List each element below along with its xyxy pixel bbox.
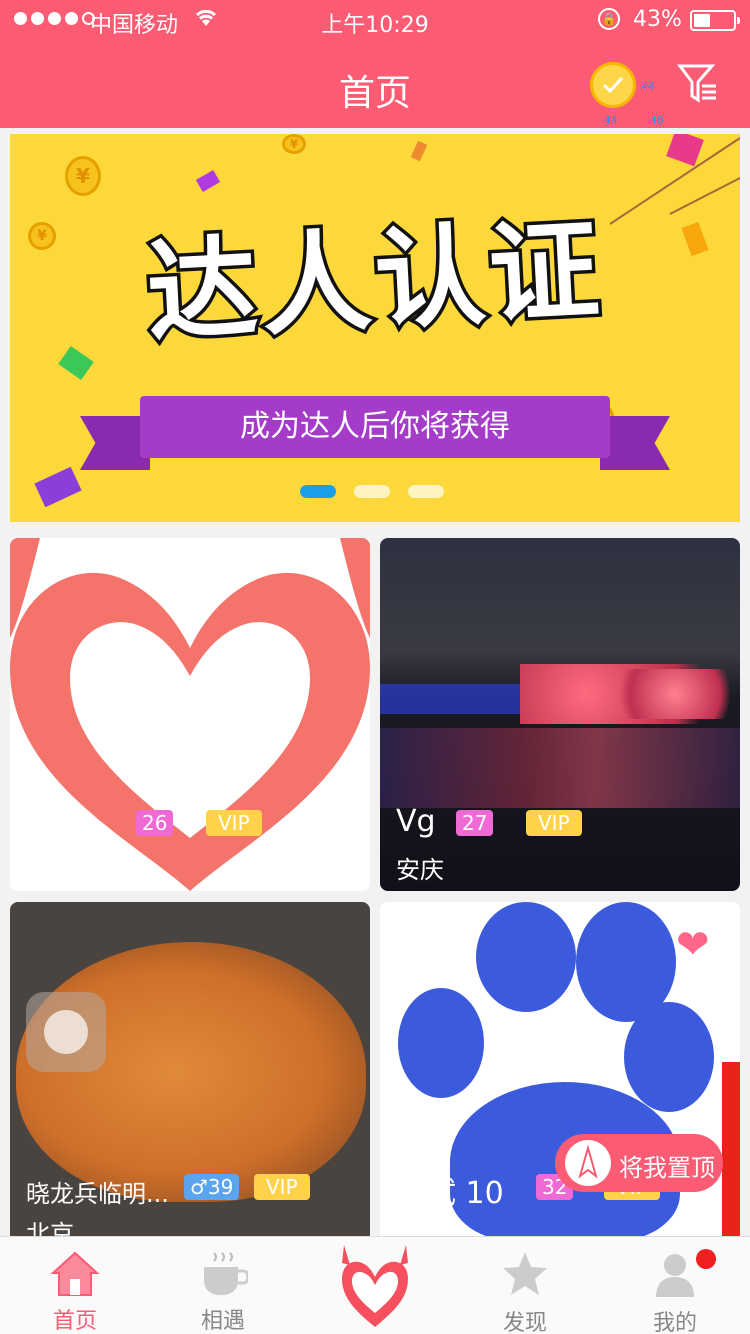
vip-badge: VIP (206, 810, 262, 836)
page-dot[interactable] (300, 485, 336, 498)
pin-to-top-button[interactable]: 将我置顶 (555, 1134, 723, 1192)
tab-discover[interactable]: 发现 (450, 1237, 600, 1334)
vip-badge: VIP (526, 810, 582, 836)
page-title: 首页 (338, 73, 411, 114)
user-card[interactable]: Vg 27 VIP 安庆 (380, 538, 740, 891)
filter-icon[interactable] (676, 62, 720, 106)
user-name: 70 (26, 804, 65, 839)
certified-badge-icon[interactable] (590, 62, 636, 108)
food-photo (16, 942, 366, 1202)
tab-meet[interactable]: 相遇 (148, 1237, 298, 1334)
person-icon (650, 1249, 700, 1299)
paper-plane-icon (565, 1140, 611, 1186)
age-badge: ♂39 (184, 1174, 240, 1200)
dimension-label: 40 (650, 114, 664, 127)
rotation-lock-icon: 🔒 (598, 8, 620, 30)
tab-label: 发现 (502, 1311, 547, 1334)
message-count-badge: 27 (456, 810, 494, 836)
message-count-badge: 26 (136, 810, 174, 836)
photo-water (380, 728, 740, 808)
top-bar: 中国移动 上午10:29 🔒 43% 首页 44 44 40 (0, 0, 750, 128)
pin-to-top-label: 将我置顶 (619, 1154, 715, 1182)
tab-label: 我的 (652, 1311, 697, 1334)
confetti (195, 169, 221, 193)
tab-center[interactable] (300, 1237, 450, 1334)
star-icon (500, 1249, 550, 1299)
status-bar: 中国移动 上午10:29 🔒 43% (0, 0, 750, 40)
promo-banner[interactable]: ¥ ¥ ¥ ¥ 达人认证 成为达人后你将获得 (10, 134, 740, 522)
dimension-label: 44 (641, 80, 655, 93)
devil-heart-icon (342, 1245, 408, 1327)
user-name: Vg (396, 804, 436, 839)
user-name: 晓龙兵临明... (26, 1180, 169, 1208)
home-icon (50, 1249, 100, 1299)
tab-label: 相遇 (200, 1309, 245, 1334)
like-icon[interactable]: ❤ (676, 922, 710, 968)
tab-home[interactable]: 首页 (0, 1237, 150, 1334)
dimension-label: 44 (604, 114, 618, 127)
battery-percent: 43% (633, 7, 682, 32)
user-card[interactable]: 晓龙兵临明... ♂39 VIP 北京 (10, 902, 370, 1242)
tab-mine[interactable]: 我的 (600, 1237, 750, 1334)
paw-logo (398, 988, 484, 1098)
banner-headline: 达人认证 (140, 202, 609, 361)
user-card[interactable]: 70 26 VIP (10, 538, 370, 891)
tab-label: 首页 (52, 1309, 97, 1334)
logo-edge (722, 1062, 740, 1242)
banner-subline: 成为达人后你将获得 (140, 396, 610, 458)
battery-icon (690, 10, 740, 31)
assistive-touch-button[interactable] (26, 992, 106, 1072)
page-dot[interactable] (354, 485, 390, 498)
paw-logo (476, 902, 576, 1012)
ribbon-tail (600, 416, 670, 470)
vip-badge: VIP (254, 1174, 310, 1200)
user-name: 测试 10 (396, 1176, 504, 1211)
coin-icon: ¥ (65, 156, 101, 196)
page-indicator[interactable] (300, 485, 444, 498)
tab-bar: 首页 相遇 发现 我的 (0, 1236, 750, 1334)
confetti (410, 140, 428, 162)
paw-logo (624, 1002, 714, 1112)
photo-scene (380, 664, 740, 724)
notification-dot (696, 1249, 716, 1269)
confetti (34, 466, 82, 508)
page-dot[interactable] (408, 485, 444, 498)
coin-icon: ¥ (282, 134, 306, 154)
user-city: 安庆 (396, 856, 444, 884)
coffee-cup-icon (198, 1249, 250, 1299)
